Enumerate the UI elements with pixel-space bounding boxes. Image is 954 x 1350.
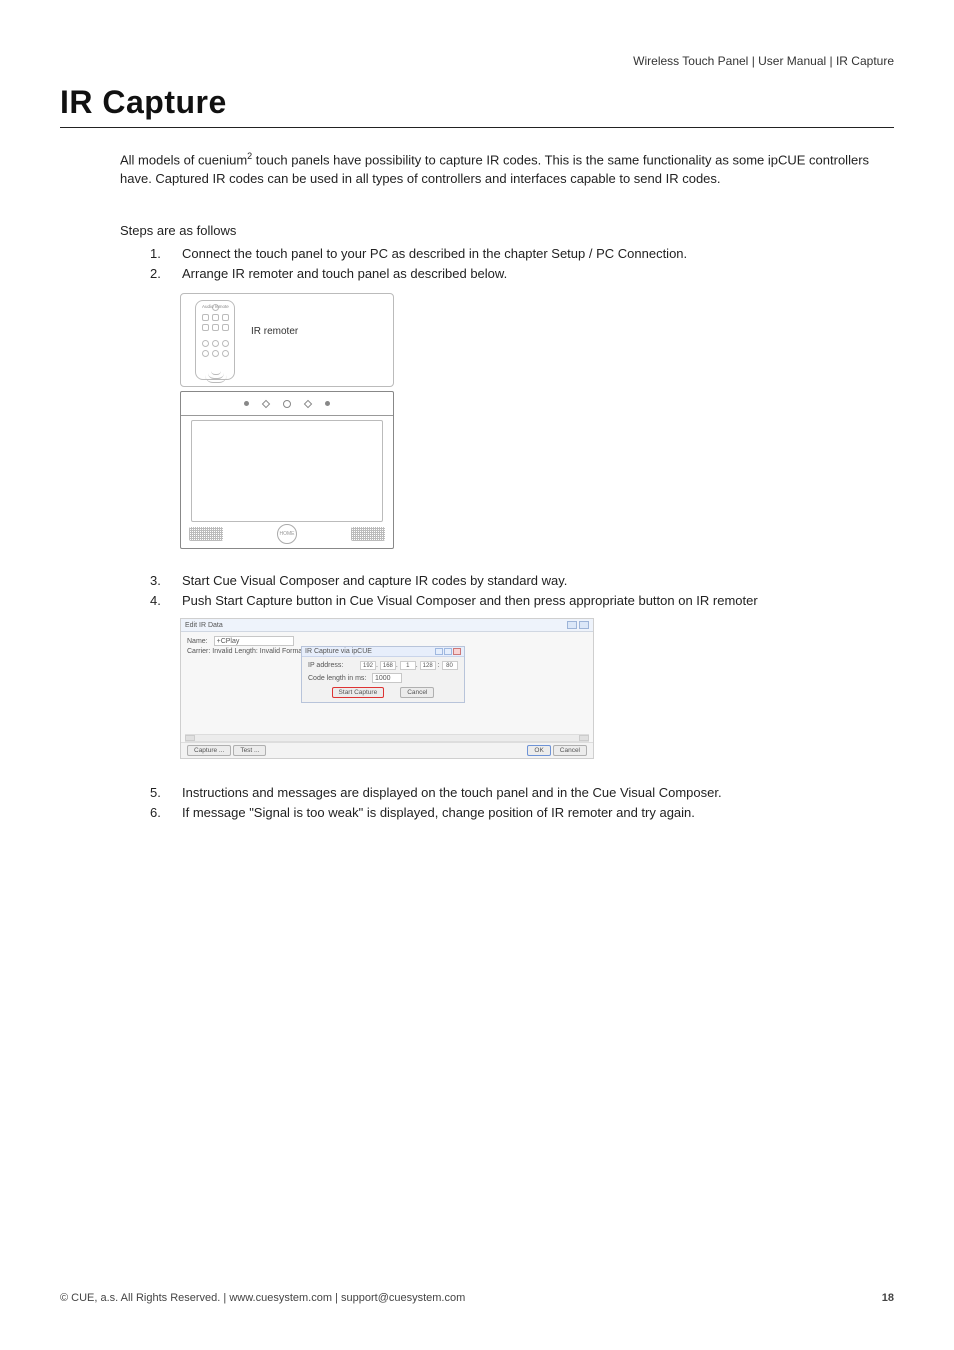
ip-label: IP address: (308, 662, 356, 669)
dialog-title: IR Capture via ipCUE (305, 648, 372, 655)
step-item: 1. Connect the touch panel to your PC as… (150, 244, 894, 264)
name-input[interactable]: +CPlay (214, 636, 294, 646)
name-label: Name: (187, 638, 208, 645)
page-title: IR Capture (60, 84, 894, 121)
step-item: 5. Instructions and messages are display… (150, 783, 894, 803)
ir-capture-dialog: IR Capture via ipCUE IP address: (301, 646, 465, 703)
minimize-icon[interactable] (435, 648, 443, 655)
header-product: Wireless Touch Panel (633, 54, 748, 68)
figure-remote-layout: Audio remote IR remoter (180, 293, 894, 549)
steps-lead: Steps are as follows (120, 223, 894, 238)
window-titlebar: Edit IR Data (181, 619, 593, 632)
sensor-dot-icon (244, 401, 249, 406)
intro-paragraph: All models of cuenium2 touch panels have… (120, 150, 890, 189)
step-item: 4. Push Start Capture button in Cue Visu… (150, 591, 894, 611)
speaker-grille-icon (189, 527, 223, 541)
window-title: Edit IR Data (185, 622, 223, 629)
steps-list-2: 3. Start Cue Visual Composer and capture… (120, 571, 894, 610)
header-doc: User Manual (758, 54, 826, 68)
page-number: 18 (882, 1292, 894, 1304)
ok-button[interactable]: OK (527, 745, 550, 756)
home-button-icon: HOME (277, 524, 297, 544)
steps-list: 1. Connect the touch panel to your PC as… (120, 244, 894, 283)
ip-input[interactable]: 192. 168. 1. 128 : 80 (360, 661, 458, 670)
remote-illustration: Audio remote IR remoter (180, 293, 394, 387)
header-section: IR Capture (836, 54, 894, 68)
ir-remoter-label: IR remoter (251, 326, 387, 337)
help-icon[interactable] (567, 621, 577, 629)
sensor-diamond-icon (262, 399, 270, 407)
panel-screen (191, 420, 383, 522)
sensor-dot-icon (325, 401, 330, 406)
step-item: 6. If message "Signal is too weak" is di… (150, 803, 894, 823)
breadcrumb: Wireless Touch Panel | User Manual | IR … (60, 54, 894, 68)
close-icon[interactable] (453, 648, 461, 655)
footer-site: www.cuesystem.com (229, 1292, 332, 1304)
horizontal-scrollbar[interactable] (185, 734, 589, 742)
title-rule (60, 127, 894, 128)
footer-email: support@cuesystem.com (341, 1292, 465, 1304)
cancel-dialog-button[interactable]: Cancel (400, 687, 434, 698)
step-item: 3. Start Cue Visual Composer and capture… (150, 571, 894, 591)
cancel-button[interactable]: Cancel (553, 745, 587, 756)
camera-icon (283, 400, 291, 408)
copyright: © CUE, a.s. All Rights Reserved. (60, 1292, 220, 1304)
codelen-input[interactable]: 1000 (372, 673, 402, 683)
start-capture-button[interactable]: Start Capture (332, 687, 385, 698)
maximize-icon[interactable] (444, 648, 452, 655)
capture-button[interactable]: Capture ... (187, 745, 231, 756)
close-icon[interactable] (579, 621, 589, 629)
sensor-diamond-icon (304, 399, 312, 407)
touch-panel-illustration: HOME (180, 391, 394, 549)
test-button[interactable]: Test ... (233, 745, 266, 756)
speaker-grille-icon (351, 527, 385, 541)
steps-list-3: 5. Instructions and messages are display… (120, 783, 894, 822)
ir-waves-icon (206, 371, 226, 381)
figure-cvc-dialog: Edit IR Data Name: +CPlay Carrier: Inval… (180, 618, 894, 759)
step-item: 2. Arrange IR remoter and touch panel as… (150, 264, 894, 284)
page-footer: © CUE, a.s. All Rights Reserved. | www.c… (60, 1292, 894, 1304)
ir-remote-icon: Audio remote (195, 300, 235, 380)
codelen-label: Code length in ms: (308, 675, 368, 682)
